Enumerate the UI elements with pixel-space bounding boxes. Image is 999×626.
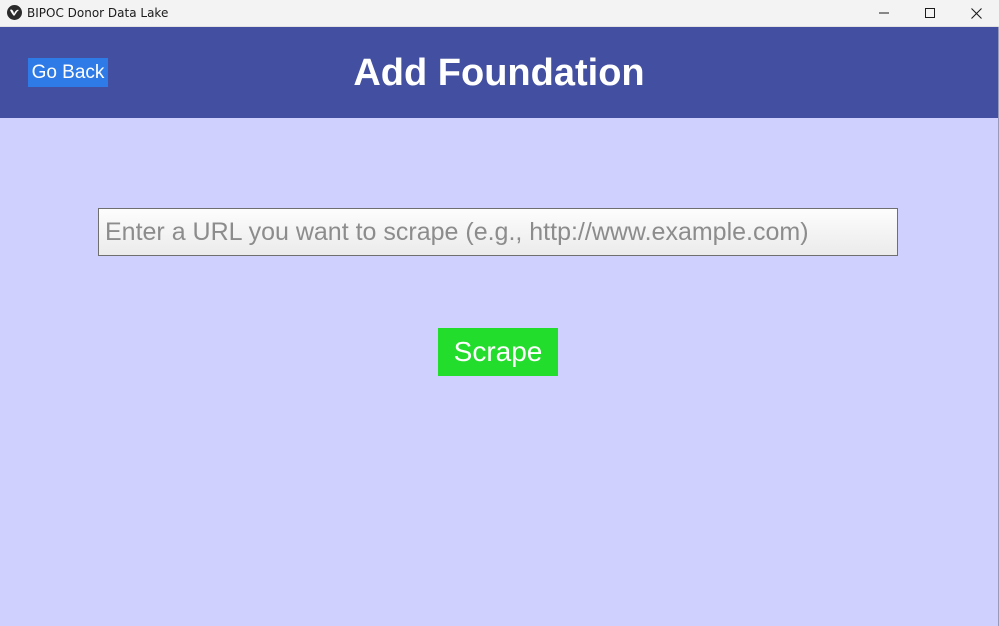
maximize-icon	[925, 8, 935, 18]
go-back-button[interactable]: Go Back	[28, 58, 108, 87]
maximize-button[interactable]	[907, 0, 953, 26]
minimize-icon	[879, 12, 889, 14]
close-icon	[970, 7, 982, 19]
url-input[interactable]	[98, 208, 898, 256]
app-window: BIPOC Donor Data Lake Add Foundation Go …	[0, 0, 999, 626]
page-title: Add Foundation	[353, 52, 645, 94]
app-logo-icon	[7, 5, 22, 20]
minimize-button[interactable]	[861, 0, 907, 26]
scrape-button[interactable]: Scrape	[438, 328, 558, 376]
close-button[interactable]	[953, 0, 999, 26]
window-title: BIPOC Donor Data Lake	[27, 6, 169, 20]
window-titlebar[interactable]: BIPOC Donor Data Lake	[0, 0, 999, 27]
page-header: Add Foundation Go Back	[0, 27, 998, 118]
